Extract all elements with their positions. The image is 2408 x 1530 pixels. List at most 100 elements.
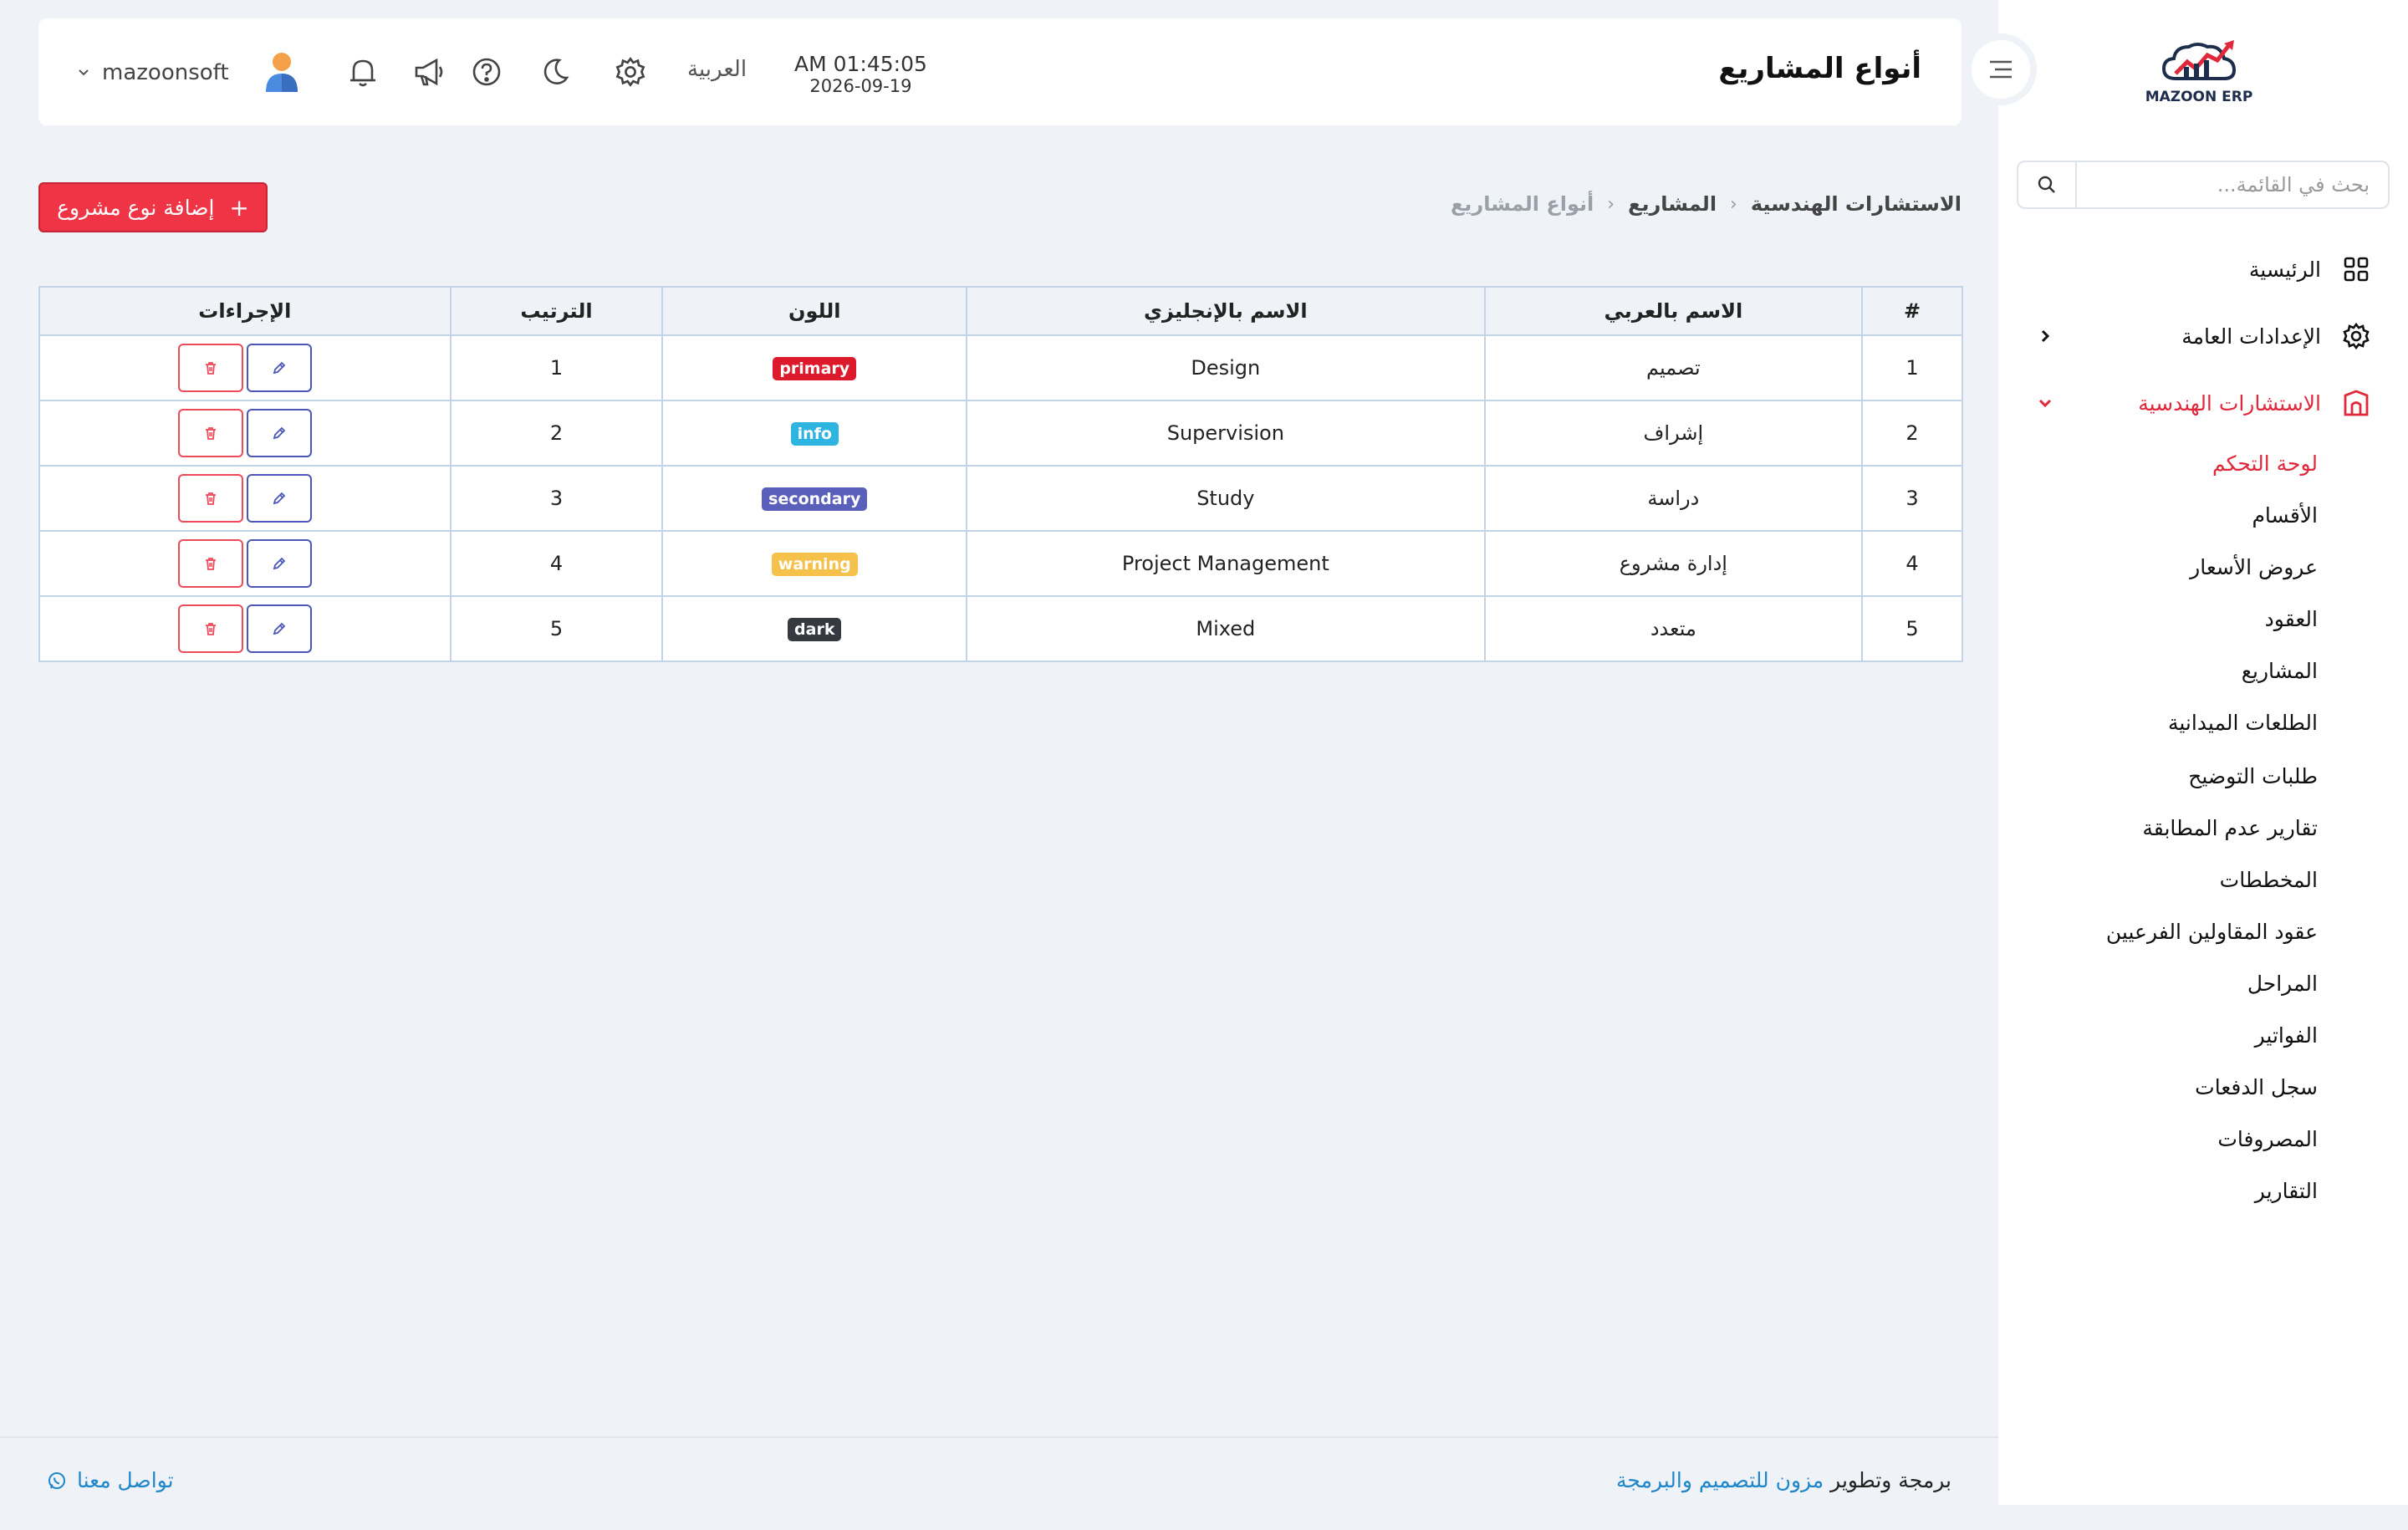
delete-button[interactable] bbox=[177, 344, 243, 392]
sidebar-subitem-nonconformance-reports[interactable]: تقارير عدم المطابقة bbox=[2142, 808, 2318, 847]
sidebar-subitem-payments-log[interactable]: سجل الدفعات bbox=[2195, 1068, 2318, 1106]
delete-button[interactable] bbox=[177, 474, 243, 523]
sidebar-search bbox=[2017, 161, 2390, 209]
pencil-icon bbox=[271, 555, 288, 572]
sidebar-item-general-settings[interactable]: الإعدادات العامة bbox=[2030, 311, 2373, 361]
cell-actions bbox=[38, 400, 452, 467]
sidebar-item-label: الاستشارات الهندسية bbox=[2138, 390, 2321, 416]
top-header: أنواع المشاريع AM 01:45:05 2026-09-19 ال… bbox=[38, 18, 1962, 125]
color-badge: primary bbox=[773, 357, 857, 380]
cell-order: 4 bbox=[449, 530, 664, 597]
sidebar-subitem-departments[interactable]: الأقسام bbox=[2252, 496, 2318, 534]
sidebar-toggle-button[interactable] bbox=[1965, 33, 2037, 105]
user-menu[interactable]: mazoonsoft bbox=[77, 52, 301, 94]
trash-icon bbox=[202, 620, 219, 637]
breadcrumb: الاستشارات الهندسية ‹ المشاريع ‹ أنواع ا… bbox=[1451, 192, 1962, 216]
sidebar-subitem-site-visits[interactable]: الطلعات الميدانية bbox=[2168, 703, 2318, 742]
cell-name-ar: إدارة مشروع bbox=[1483, 530, 1864, 597]
cell-name-en: Study bbox=[966, 465, 1486, 532]
delete-button[interactable] bbox=[177, 539, 243, 588]
sidebar-subitem-clarification-requests[interactable]: طلبات التوضيح bbox=[2188, 757, 2318, 795]
footer-credit-prefix: برمجة وتطوير bbox=[1830, 1468, 1951, 1492]
notification-bell-icon[interactable] bbox=[344, 54, 381, 90]
table-row: 5 متعدد Mixed dark 5 bbox=[38, 595, 1963, 662]
pencil-icon bbox=[271, 360, 288, 376]
cell-order: 5 bbox=[449, 595, 664, 662]
cell-actions bbox=[38, 465, 452, 532]
page-title: أنواع المشاريع bbox=[1718, 52, 1921, 85]
chevron-down-icon bbox=[79, 69, 89, 76]
help-question-icon[interactable] bbox=[468, 54, 505, 90]
sidebar-item-engineering-consulting[interactable]: الاستشارات الهندسية bbox=[2030, 378, 2373, 428]
cell-order: 3 bbox=[449, 465, 664, 532]
pencil-icon bbox=[271, 620, 288, 637]
sidebar-item-label: الرئيسية bbox=[2248, 257, 2321, 282]
cell-name-ar: دراسة bbox=[1483, 465, 1864, 532]
column-header-color: اللون bbox=[661, 286, 968, 336]
sidebar-subitem-subcontractor-contracts[interactable]: عقود المقاولين الفرعيين bbox=[2106, 912, 2318, 951]
brand-name: MAZOON ERP bbox=[2145, 89, 2253, 105]
breadcrumb-current: أنواع المشاريع bbox=[1451, 192, 1594, 216]
delete-button[interactable] bbox=[177, 604, 243, 653]
table-row: 2 إشراف Supervision info 2 bbox=[38, 400, 1963, 467]
table-row: 4 إدارة مشروع Project Management warning 4 bbox=[38, 530, 1963, 597]
cell-color: warning bbox=[661, 530, 968, 597]
contact-us-label: تواصل معنا bbox=[77, 1468, 174, 1492]
column-header-name-ar: الاسم بالعربي bbox=[1483, 286, 1864, 336]
clock-time: AM 01:45:05 bbox=[794, 52, 927, 76]
sidebar-subitem-expenses[interactable]: المصروفات bbox=[2217, 1119, 2318, 1158]
sidebar-subitem-invoices[interactable]: الفواتير bbox=[2255, 1016, 2318, 1054]
pencil-icon bbox=[271, 425, 288, 441]
column-header-actions: الإجراءات bbox=[38, 286, 452, 336]
cell-number: 2 bbox=[1861, 400, 1963, 467]
language-switch[interactable]: العربية bbox=[687, 57, 747, 82]
edit-button[interactable] bbox=[246, 539, 312, 588]
sidebar-subitem-drawings[interactable]: المخططات bbox=[2220, 860, 2318, 899]
contact-us-link[interactable]: تواصل معنا bbox=[47, 1468, 174, 1492]
trash-icon bbox=[202, 360, 219, 376]
footer-divider bbox=[0, 1436, 1998, 1438]
trash-icon bbox=[202, 425, 219, 441]
delete-button[interactable] bbox=[177, 409, 243, 457]
table-header-row: # الاسم بالعربي الاسم بالإنجليزي اللون ا… bbox=[38, 286, 1963, 336]
sidebar-subitem-phases[interactable]: المراحل bbox=[2247, 964, 2318, 1002]
search-button[interactable] bbox=[2018, 162, 2077, 207]
cell-name-en: Supervision bbox=[966, 400, 1486, 467]
clock-date: 2026-09-19 bbox=[809, 76, 912, 96]
cell-order: 1 bbox=[449, 334, 664, 401]
breadcrumb-engineering-consulting[interactable]: الاستشارات الهندسية bbox=[1751, 192, 1962, 216]
sidebar-subitem-dashboard[interactable]: لوحة التحكم bbox=[2212, 444, 2318, 482]
edit-button[interactable] bbox=[246, 604, 312, 653]
column-header-name-en: الاسم بالإنجليزي bbox=[966, 286, 1486, 336]
sidebar-search-input[interactable] bbox=[2077, 162, 2388, 207]
chevron-left-icon: ‹ bbox=[1730, 193, 1737, 215]
cell-number: 1 bbox=[1861, 334, 1963, 401]
breadcrumb-projects[interactable]: المشاريع bbox=[1628, 192, 1717, 216]
table-row: 3 دراسة Study secondary 3 bbox=[38, 465, 1963, 532]
brand-logo[interactable]: MAZOON ERP bbox=[2140, 37, 2258, 112]
cell-number: 3 bbox=[1861, 465, 1963, 532]
sidebar-subitem-quotations[interactable]: عروض الأسعار bbox=[2190, 548, 2318, 586]
column-header-order: الترتيب bbox=[449, 286, 664, 336]
edit-button[interactable] bbox=[246, 344, 312, 392]
cell-name-en: Mixed bbox=[966, 595, 1486, 662]
color-badge: dark bbox=[788, 618, 842, 641]
cell-color: info bbox=[661, 400, 968, 467]
dark-mode-moon-icon[interactable] bbox=[537, 54, 574, 90]
cell-name-ar: متعدد bbox=[1483, 595, 1864, 662]
sidebar-item-label: الإعدادات العامة bbox=[2181, 324, 2321, 349]
cell-name-en: Design bbox=[966, 334, 1486, 401]
edit-button[interactable] bbox=[246, 474, 312, 523]
sidebar-subitem-projects[interactable]: المشاريع bbox=[2242, 651, 2318, 690]
megaphone-icon[interactable] bbox=[411, 54, 448, 90]
footer-company-link[interactable]: مزون للتصميم والبرمجة bbox=[1616, 1468, 1824, 1492]
column-header-number: # bbox=[1861, 286, 1963, 336]
sidebar-subitem-contracts[interactable]: العقود bbox=[2265, 599, 2318, 638]
sidebar-subitem-reports[interactable]: التقارير bbox=[2255, 1171, 2318, 1210]
settings-gear-icon[interactable] bbox=[612, 54, 649, 90]
sidebar-item-home[interactable]: الرئيسية bbox=[2030, 244, 2373, 294]
chevron-left-icon: ‹ bbox=[1607, 193, 1615, 215]
building-icon bbox=[2339, 386, 2373, 420]
edit-button[interactable] bbox=[246, 409, 312, 457]
add-project-type-button[interactable]: + إضافة نوع مشروع bbox=[38, 182, 268, 232]
